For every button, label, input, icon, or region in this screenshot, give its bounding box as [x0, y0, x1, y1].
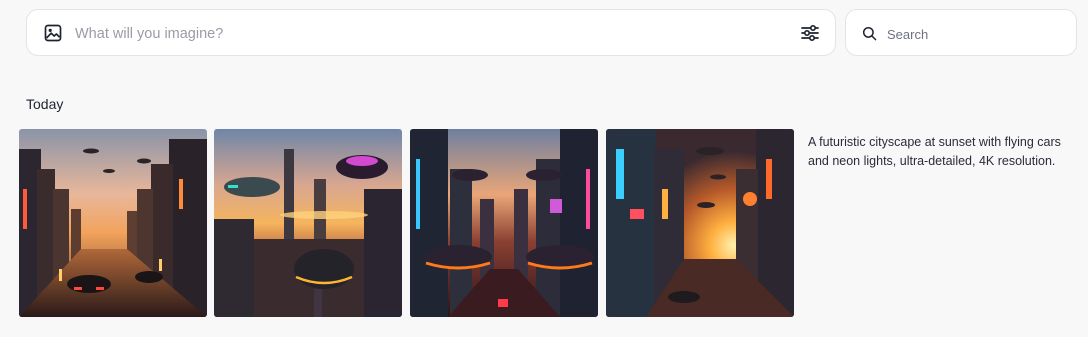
section-title: Today [26, 96, 64, 112]
search-box[interactable] [845, 9, 1077, 56]
prompt-bar[interactable] [26, 9, 836, 56]
generated-image-2[interactable] [214, 129, 402, 317]
generated-image-4[interactable] [606, 129, 794, 317]
search-icon [862, 26, 877, 41]
generation-prompt-text: A futuristic cityscape at sunset with fl… [808, 135, 1061, 168]
image-icon[interactable] [43, 23, 63, 43]
generated-image-3[interactable] [410, 129, 598, 317]
search-input[interactable] [885, 22, 1069, 46]
generated-image-1[interactable] [19, 129, 207, 317]
sliders-icon[interactable] [799, 22, 821, 44]
prompt-input[interactable] [73, 22, 777, 46]
